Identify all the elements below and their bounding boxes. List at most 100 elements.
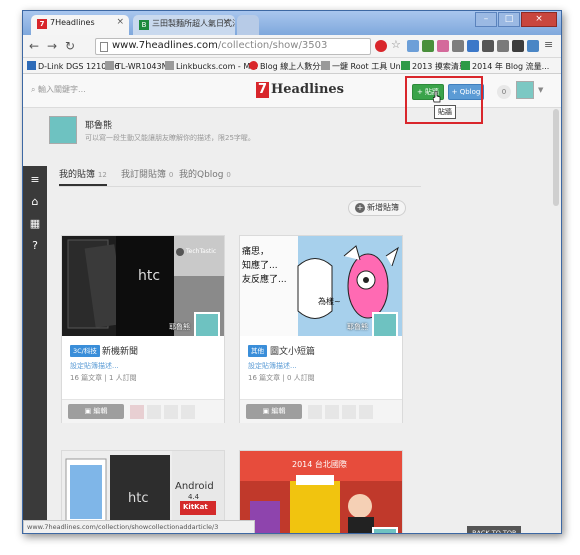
extension-icon[interactable] bbox=[467, 40, 479, 52]
bookmark-icon bbox=[401, 61, 410, 70]
plus-icon: + bbox=[355, 203, 365, 213]
card-owner-avatar[interactable] bbox=[372, 527, 398, 533]
extension-icon[interactable] bbox=[482, 40, 494, 52]
browser-toolbar: ← → ↻ www.7headlines.com/collection/show… bbox=[23, 35, 561, 58]
bookmark-item[interactable]: 一鍵 Root 工具 Unl... bbox=[321, 61, 411, 72]
star-icon[interactable]: ☆ bbox=[391, 38, 403, 51]
edit-button[interactable]: ▣ 編輯 bbox=[246, 404, 302, 419]
card-description[interactable]: 設定貼簿描述... bbox=[248, 361, 297, 371]
card-description[interactable]: 設定貼簿描述... bbox=[70, 361, 119, 371]
address-bar[interactable]: www.7headlines.com/collection/show/3503 bbox=[95, 38, 371, 55]
site-logo[interactable]: 7 Headlines bbox=[256, 82, 344, 98]
follower-slot bbox=[147, 405, 161, 419]
follower-avatar[interactable] bbox=[130, 405, 144, 419]
thumb-brand-text: htc bbox=[138, 268, 161, 284]
close-tab-icon[interactable]: × bbox=[116, 17, 124, 27]
tab-strip: 77Headlines × B三田製麵所超人氣日式沾麵 × – □ × bbox=[23, 11, 561, 35]
card-owner-avatar[interactable] bbox=[372, 312, 398, 336]
bookmark-icon bbox=[27, 61, 36, 70]
profile-avatar bbox=[49, 116, 77, 144]
back-to-top-button[interactable]: BACK TO TOP bbox=[467, 526, 521, 533]
card-owner-name: 耶魯熊 bbox=[169, 323, 190, 331]
extension-icon[interactable] bbox=[407, 40, 419, 52]
tab-title: 7Headlines bbox=[50, 18, 95, 27]
browser-tab-noodle[interactable]: B三田製麵所超人氣日式沾麵 × bbox=[133, 15, 235, 35]
blog-favicon-icon: B bbox=[139, 20, 149, 30]
blocked-icon[interactable] bbox=[375, 40, 387, 52]
address-path: /collection/show/3503 bbox=[217, 40, 328, 51]
card-stats: 16 篇文章 | 0 人訂閱 bbox=[248, 374, 315, 382]
comic-text-line: 友反應了... bbox=[242, 275, 287, 285]
extension-icon[interactable] bbox=[452, 40, 464, 52]
help-icon[interactable]: ? bbox=[29, 240, 41, 252]
card-owner-name: 耶魯熊 bbox=[347, 323, 368, 331]
bookmark-item[interactable]: Linkbucks.com - M... bbox=[165, 61, 258, 71]
reload-icon[interactable]: ↻ bbox=[65, 39, 75, 53]
forward-arrow-icon[interactable]: → bbox=[47, 39, 57, 53]
browser-tab-7headlines[interactable]: 7 7Headlines × bbox=[31, 15, 129, 35]
follower-slot bbox=[325, 405, 339, 419]
collection-card[interactable]: 2014 台北國際 bbox=[239, 450, 403, 533]
collection-card[interactable]: htc TechTastic 耶魯熊 3C/科技 新機新聞 設定貼簿描述... … bbox=[61, 235, 225, 423]
extension-icon[interactable] bbox=[512, 40, 524, 52]
home-icon[interactable]: ⌂ bbox=[29, 196, 41, 208]
card-title[interactable]: 圖文小短篇 bbox=[270, 344, 315, 357]
new-tab-button[interactable] bbox=[237, 15, 259, 35]
category-tag[interactable]: 3C/科技 bbox=[70, 345, 100, 357]
tab-my-qblog[interactable]: 我的Qblog 0 bbox=[179, 167, 231, 180]
collection-card[interactable]: 痛思， 知應了... 友反應了... 為樣~ 耶魯熊 其他 圖文小短篇 設定貼簿… bbox=[239, 235, 403, 423]
card-thumbnail[interactable]: 2014 台北國際 bbox=[240, 451, 402, 533]
bookmark-icon bbox=[105, 61, 114, 70]
user-avatar[interactable] bbox=[516, 81, 534, 99]
tab-my-collections[interactable]: 我的貼簿 12 bbox=[59, 167, 107, 186]
grid-icon[interactable]: ▦ bbox=[29, 218, 41, 230]
comic-text-line: 知應了... bbox=[242, 261, 278, 271]
bookmark-item[interactable]: TL-WR1043N bbox=[105, 61, 168, 71]
card-title[interactable]: 新機新聞 bbox=[102, 344, 138, 357]
thumb-brand-text: htc bbox=[128, 491, 149, 506]
add-collection-button[interactable]: + 新增貼簿 bbox=[348, 200, 406, 216]
notification-count[interactable]: 0 bbox=[497, 85, 511, 99]
scrollbar[interactable] bbox=[553, 109, 559, 206]
extension-icon[interactable] bbox=[497, 40, 509, 52]
extension-icon[interactable] bbox=[437, 40, 449, 52]
menu-icon[interactable]: ≡ bbox=[29, 174, 41, 186]
site-search[interactable]: ⌕ 輸入關鍵字... bbox=[31, 84, 86, 95]
follower-slot bbox=[342, 405, 356, 419]
bookmark-item[interactable]: 2013 摸索清單 bbox=[401, 61, 467, 72]
bookmark-item[interactable]: 2014 年 Blog 流量... bbox=[461, 61, 549, 72]
chevron-down-icon[interactable]: ▼ bbox=[538, 86, 543, 94]
thumb-source-text: TechTastic bbox=[186, 248, 217, 255]
close-window-button[interactable]: × bbox=[521, 12, 557, 27]
card-thumbnail[interactable]: 痛思， 知應了... 友反應了... 為樣~ 耶魯熊 bbox=[240, 236, 402, 336]
follower-slot bbox=[164, 405, 178, 419]
browser-window: 77Headlines × B三田製麵所超人氣日式沾麵 × – □ × ← → … bbox=[22, 10, 562, 534]
card-owner-avatar[interactable] bbox=[194, 312, 220, 336]
address-host: www.7headlines.com bbox=[112, 40, 218, 51]
thumb-android-text: Android bbox=[175, 481, 214, 492]
menu-icon[interactable]: ≡ bbox=[544, 38, 556, 51]
tab-subscribed[interactable]: 我訂閱貼簿 0 bbox=[121, 167, 173, 180]
follower-slot bbox=[359, 405, 373, 419]
category-tag[interactable]: 其他 bbox=[248, 345, 267, 357]
profile-description[interactable]: 可以寫一段生動又能讓朋友瞭解你的描述，限25字喔。 bbox=[85, 133, 255, 143]
comic-text-line: 為樣~ bbox=[318, 297, 341, 306]
extension-icon[interactable] bbox=[422, 40, 434, 52]
minimize-button[interactable]: – bbox=[475, 12, 497, 27]
maximize-button[interactable]: □ bbox=[498, 12, 520, 27]
bookmark-item[interactable]: Blog 線上人數分佈 bbox=[249, 61, 328, 72]
comic-text-line: 痛思， bbox=[242, 247, 270, 257]
close-tab-icon[interactable]: × bbox=[222, 17, 230, 27]
bookmark-icon bbox=[249, 61, 258, 70]
collection-tabs: 我的貼簿 12 我訂閱貼簿 0 我的Qblog 0 bbox=[59, 161, 421, 187]
back-arrow-icon[interactable]: ← bbox=[29, 39, 39, 53]
thumb-kitkat-text: KitKat bbox=[183, 503, 208, 511]
card-thumbnail[interactable]: htc TechTastic 耶魯熊 bbox=[62, 236, 224, 336]
window-controls: – □ × bbox=[475, 12, 557, 27]
thumb-android-version: 4.4 bbox=[188, 493, 200, 501]
share-tooltip: 貼牆 bbox=[434, 105, 456, 119]
bookmark-icon bbox=[461, 61, 470, 70]
profile-name: 耶魯熊 bbox=[85, 121, 113, 131]
extension-icon[interactable] bbox=[527, 40, 539, 52]
edit-button[interactable]: ▣ 編輯 bbox=[68, 404, 124, 419]
